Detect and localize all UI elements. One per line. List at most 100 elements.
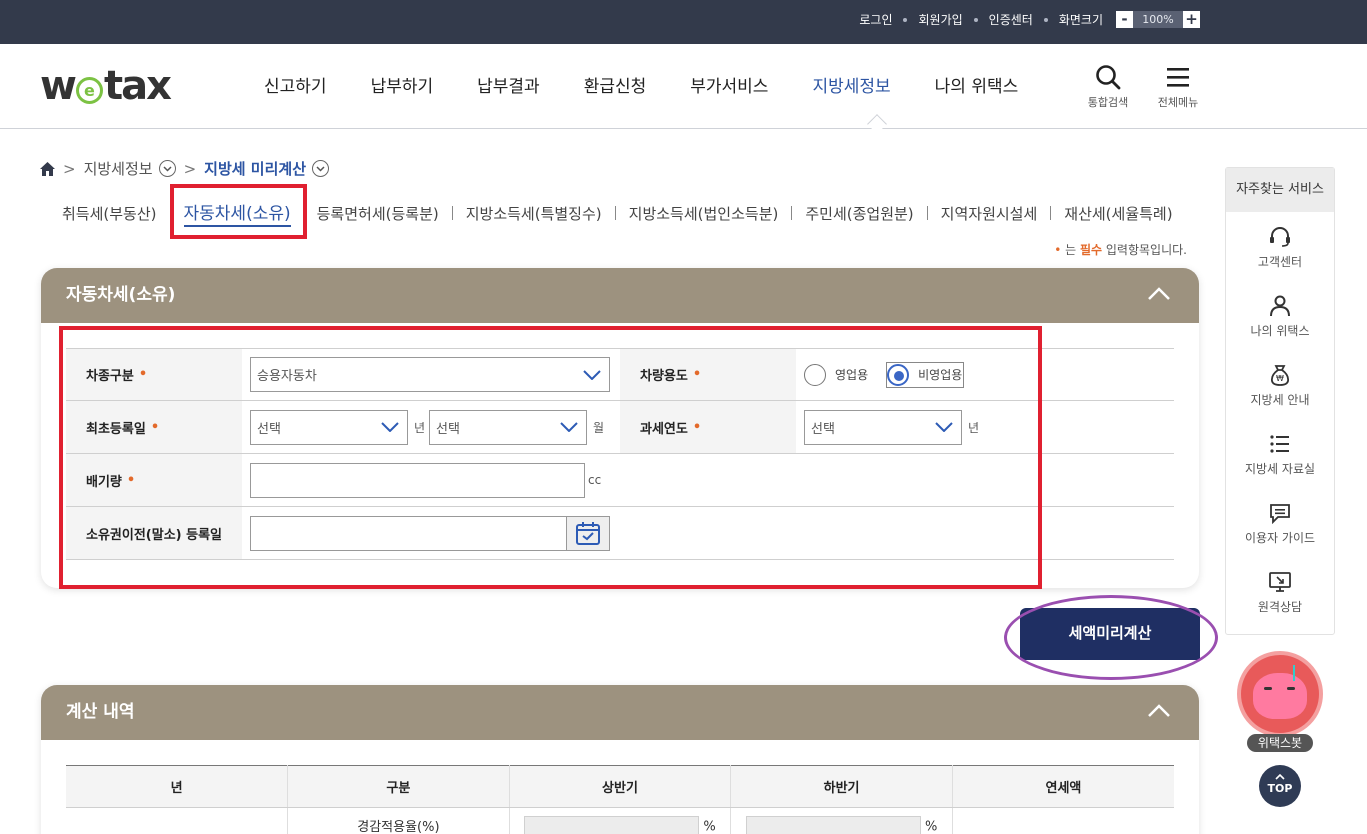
money-bag-icon: ₩ — [1270, 365, 1290, 386]
headset-icon — [1270, 227, 1290, 247]
cert-center-link[interactable]: 인증센터 — [989, 11, 1033, 28]
nav-refund[interactable]: 환급신청 — [584, 72, 647, 97]
logo-e: e — [75, 77, 103, 104]
panel-title: 계산 내역 — [66, 702, 135, 722]
search-icon — [1096, 65, 1121, 90]
collapse-icon[interactable] — [1147, 704, 1171, 718]
tab-income-tax-corporate[interactable]: 지방소득세(법인소득분) — [629, 203, 779, 224]
hamburger-icon — [1167, 68, 1189, 87]
readonly-box — [745, 816, 921, 834]
highlight-box-form — [59, 326, 1042, 589]
nav-local-tax-info[interactable]: 지방세정보 — [812, 72, 890, 97]
cell-year — [66, 807, 289, 834]
panel-header: 자동차세(소유) — [41, 268, 1199, 323]
tab-divider — [614, 206, 616, 220]
tab-registration-tax[interactable]: 등록면허세(등록분) — [317, 203, 439, 224]
cell-kind: 경감적용율(%) — [287, 807, 510, 834]
svg-text:₩: ₩ — [1276, 374, 1284, 383]
quick-item-remote-support[interactable]: 원격상담 — [1226, 557, 1334, 626]
all-menu-label: 전체메뉴 — [1157, 96, 1199, 109]
cell-first-half: % — [509, 807, 732, 834]
quick-item-customer-center[interactable]: 고객센터 — [1226, 212, 1334, 281]
required-note-post: 입력항목입니다. — [1102, 243, 1187, 257]
col-annual: 연세액 — [952, 765, 1174, 808]
logo-tax: tax — [103, 63, 172, 109]
wetax-logo[interactable]: w e tax — [40, 63, 172, 109]
nav-pay[interactable]: 납부하기 — [371, 72, 434, 97]
top-label: TOP — [1267, 782, 1293, 795]
nav-report[interactable]: 신고하기 — [264, 72, 327, 97]
breadcrumb-level2: 지방세 미리계산 — [204, 160, 306, 178]
nav-pay-result[interactable]: 납부결과 — [477, 72, 540, 97]
quick-item-label: 고객센터 — [1257, 255, 1303, 269]
screen-size-label: 화면크기 — [1058, 13, 1103, 27]
logo-w: w — [40, 63, 77, 109]
quick-item-my-wetax[interactable]: 나의 위택스 — [1226, 281, 1334, 350]
required-note: • 는 필수 입력항목입니다. — [1054, 241, 1187, 258]
nav-extra-service[interactable]: 부가서비스 — [690, 72, 768, 97]
quick-item-user-guide[interactable]: 이용자 가이드 — [1226, 488, 1334, 557]
cell-annual — [952, 808, 1174, 834]
col-second-half: 하반기 — [730, 765, 953, 808]
zoom-value: 100% — [1133, 11, 1183, 28]
nav-my-wetax[interactable]: 나의 위택스 — [935, 72, 1019, 97]
required-note-bold: 필수 — [1079, 243, 1103, 257]
global-nav: 신고하기 납부하기 납부결과 환급신청 부가서비스 지방세정보 나의 위택스 — [264, 72, 1062, 97]
login-link[interactable]: 로그인 — [859, 11, 892, 28]
panel-header: 계산 내역 — [41, 685, 1199, 740]
quick-item-local-tax-library[interactable]: 지방세 자료실 — [1226, 419, 1334, 488]
quick-item-label: 지방세 안내 — [1250, 393, 1310, 407]
chevron-up-icon — [1275, 773, 1285, 780]
bot-mascot-icon — [1253, 665, 1307, 719]
col-first-half: 상반기 — [509, 765, 732, 808]
quick-item-label: 원격상담 — [1257, 600, 1303, 614]
tab-resident-tax[interactable]: 주민세(종업원분) — [805, 203, 913, 224]
required-note-pre: 는 — [1061, 243, 1080, 257]
bot-antenna — [1293, 665, 1295, 681]
zoom-control: - 100% + — [1116, 11, 1200, 28]
search-button[interactable]: 통합검색 — [1078, 64, 1138, 110]
collapse-icon[interactable] — [1147, 287, 1171, 301]
all-menu-button[interactable]: 전체메뉴 — [1148, 64, 1208, 110]
readonly-box — [524, 816, 700, 834]
chevron-right-icon: > — [183, 159, 197, 178]
breadcrumb-level1[interactable]: 지방세정보 — [84, 158, 153, 179]
separator-dot — [903, 17, 908, 22]
quick-item-label: 지방세 자료실 — [1244, 462, 1316, 476]
quick-item-label: 나의 위택스 — [1250, 324, 1310, 338]
scroll-top-button[interactable]: TOP — [1259, 765, 1301, 807]
quick-services: 자주찾는 서비스 고객센터 나의 위택스 ₩ 지방세 안내 지방세 자료실 이용… — [1225, 167, 1335, 635]
calc-result-table: 년 구분 상반기 하반기 연세액 경감적용율(%) % % — [66, 765, 1174, 834]
highlight-oval-button — [1004, 595, 1218, 680]
breadcrumb: > 지방세정보 > 지방세 미리계산 — [40, 158, 329, 179]
col-year: 년 — [66, 765, 289, 808]
list-icon — [1270, 435, 1289, 453]
breadcrumb-dropdown-icon[interactable] — [312, 160, 329, 177]
user-icon — [1270, 295, 1290, 317]
separator-dot — [1043, 17, 1048, 22]
tab-income-tax-withholding[interactable]: 지방소득세(특별징수) — [466, 203, 602, 224]
wetax-bot-button[interactable] — [1237, 651, 1323, 737]
signup-link[interactable]: 회원가입 — [918, 11, 962, 28]
search-label: 통합검색 — [1087, 96, 1129, 109]
bot-eye — [1264, 687, 1272, 690]
tab-property-tax[interactable]: 재산세(세율특례) — [1064, 203, 1172, 224]
tab-divider — [791, 206, 793, 220]
top-utility-bar: 로그인 회원가입 인증센터 화면크기 - 100% + — [0, 0, 1367, 44]
zoom-out-button[interactable]: - — [1116, 11, 1133, 28]
bot-eye — [1287, 687, 1295, 690]
breadcrumb-dropdown-icon[interactable] — [158, 160, 176, 177]
quick-title: 자주찾는 서비스 — [1226, 168, 1334, 212]
separator-dot — [973, 17, 978, 22]
panel-title: 자동차세(소유) — [66, 285, 176, 305]
tab-regional-resource-tax[interactable]: 지역자원시설세 — [941, 203, 1038, 224]
tab-acquisition-tax[interactable]: 취득세(부동산) — [62, 203, 157, 224]
bot-label[interactable]: 위택스봇 — [1247, 734, 1313, 752]
zoom-in-button[interactable]: + — [1183, 11, 1200, 28]
chevron-right-icon: > — [63, 159, 76, 178]
table-row: 경감적용율(%) % % — [66, 807, 1174, 834]
active-menu-caret — [867, 114, 887, 134]
home-icon[interactable] — [40, 161, 55, 176]
quick-item-local-tax-guide[interactable]: ₩ 지방세 안내 — [1226, 350, 1334, 419]
table-header-row: 년 구분 상반기 하반기 연세액 — [66, 765, 1174, 808]
